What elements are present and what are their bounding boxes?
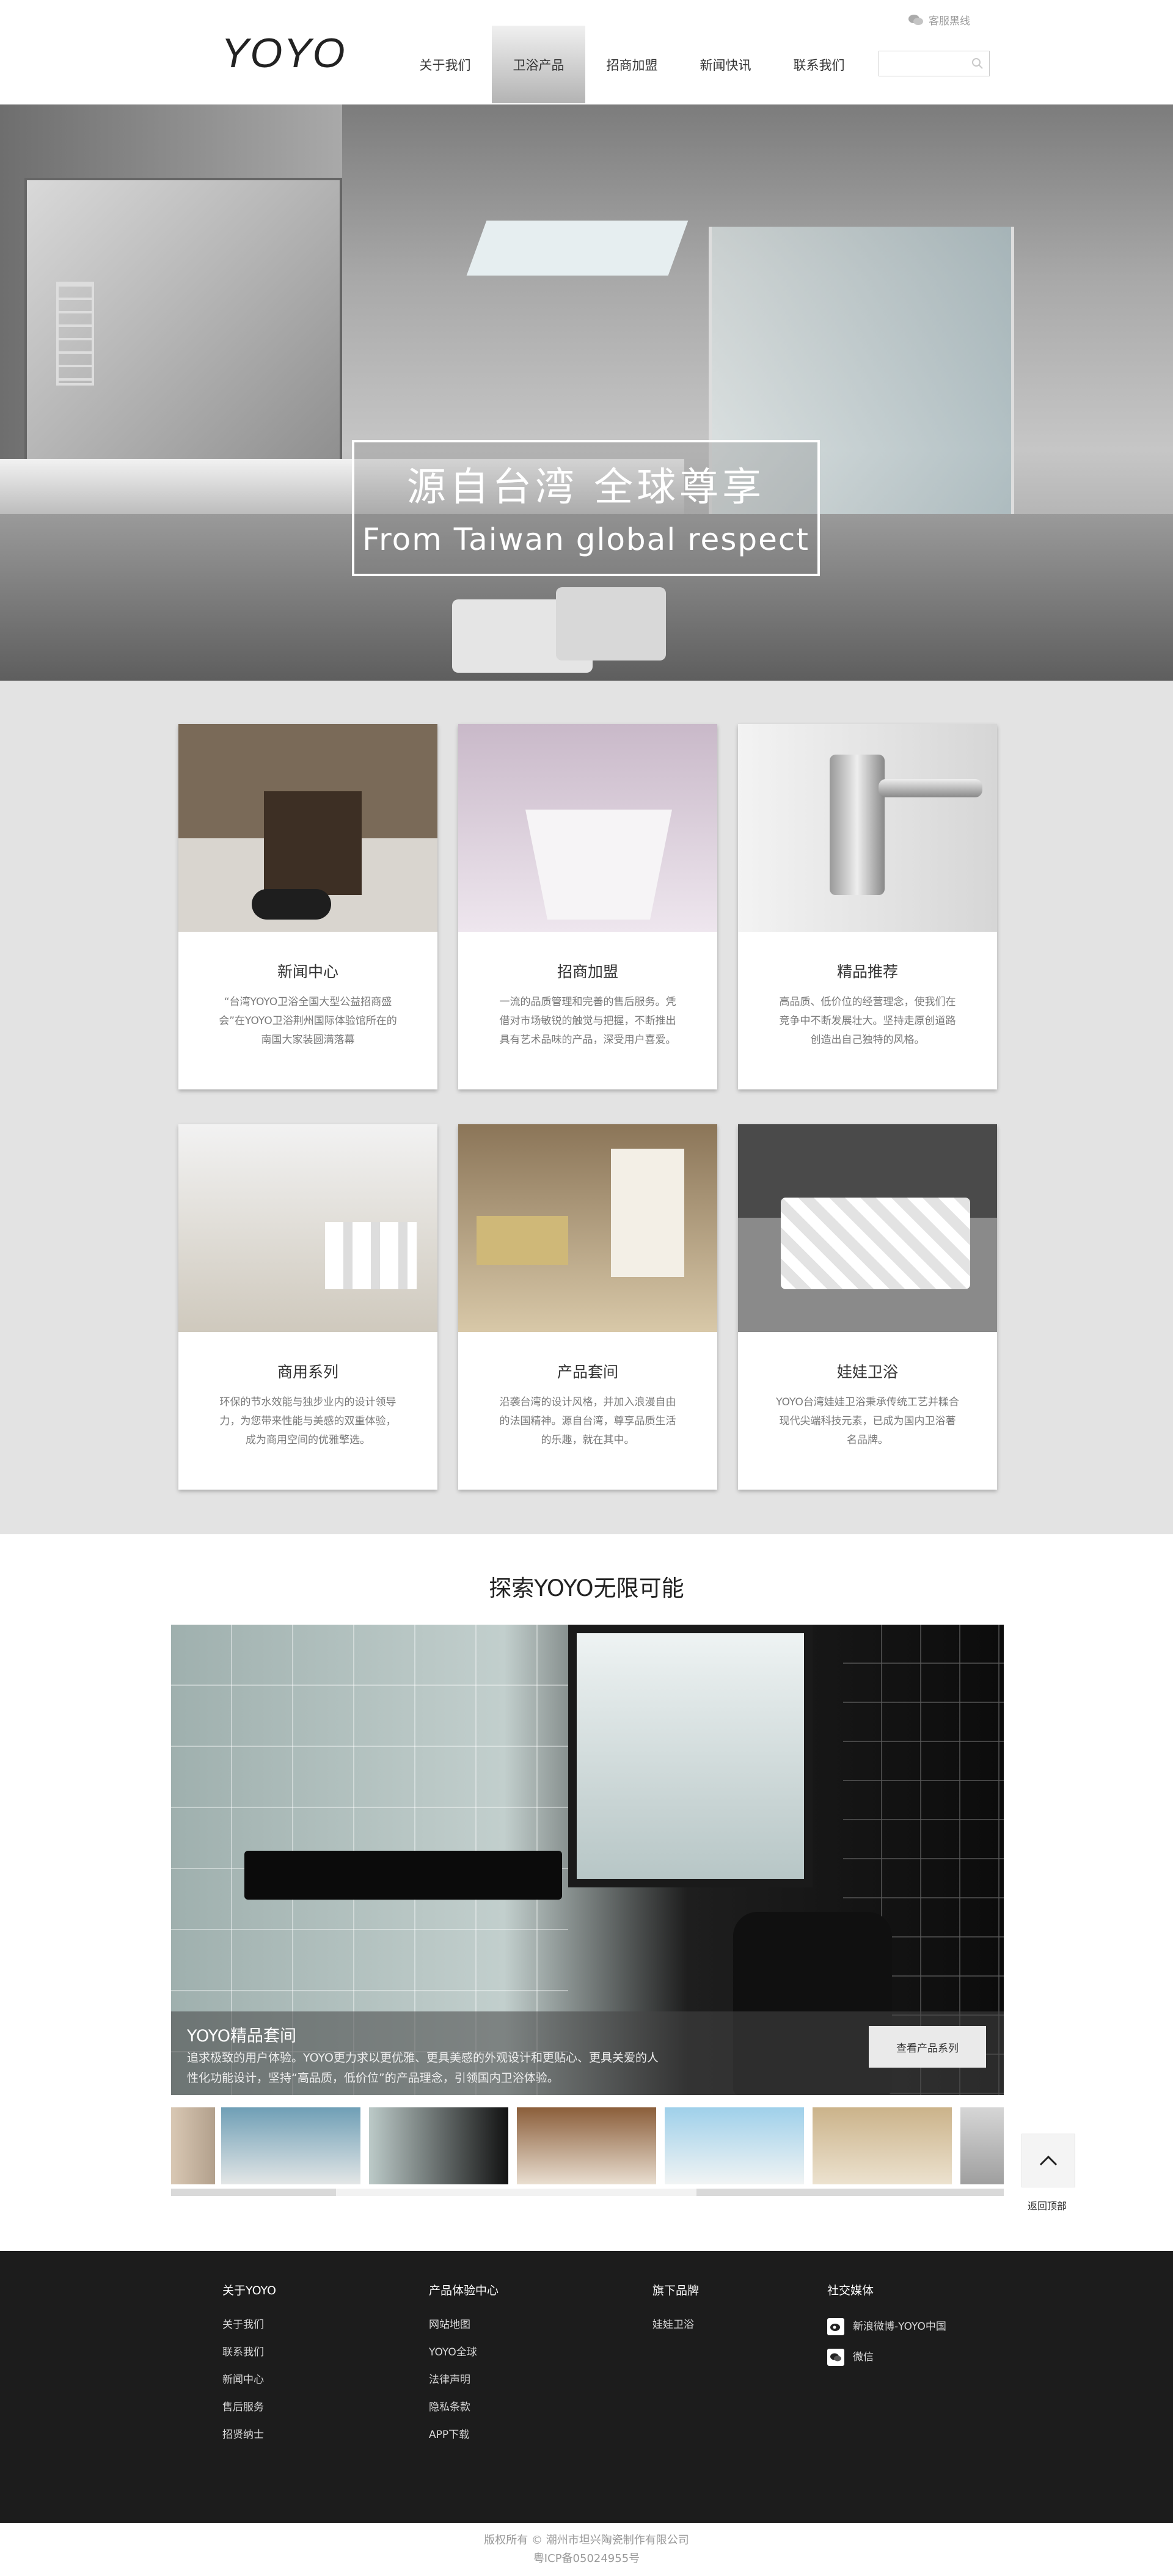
card-image bbox=[458, 724, 717, 932]
chat-icon bbox=[908, 14, 923, 25]
card-image bbox=[178, 724, 437, 932]
card-image bbox=[458, 1124, 717, 1332]
card-franchise[interactable]: 招商加盟 一流的品质管理和完善的售后服务。凭借对市场敏锐的触觉与把握，不断推出具… bbox=[458, 724, 717, 1089]
thumbnail[interactable] bbox=[960, 2107, 1004, 2184]
feature-title: YOYO精品套间 bbox=[187, 2027, 297, 2046]
thumbnail[interactable] bbox=[369, 2107, 508, 2184]
footer-link-global[interactable]: YOYO全球 bbox=[429, 2339, 499, 2366]
footer-link-app[interactable]: APP下载 bbox=[429, 2421, 499, 2449]
footer-link-careers[interactable]: 招贤纳士 bbox=[222, 2421, 276, 2449]
card-suite[interactable]: 产品套间 沿袭台湾的设计风格，并加入浪漫自由的法国精神。源自台湾，尊享品质生活的… bbox=[458, 1124, 717, 1490]
hero-title-en: From Taiwan global respect bbox=[362, 522, 809, 557]
footer-col-social: 社交媒体 新浪微博-YOYO中国 微信 bbox=[827, 2281, 946, 2373]
footer-col-experience: 产品体验中心 网站地图 YOYO全球 法律声明 隐私条款 APP下载 bbox=[429, 2281, 499, 2449]
search-box bbox=[879, 51, 990, 76]
footer-link-privacy[interactable]: 隐私条款 bbox=[429, 2394, 499, 2421]
card-title: 招商加盟 bbox=[557, 963, 618, 981]
feature-caption: YOYO精品套间 追求极致的用户体验。YOYO更力求以更优雅、更具美感的外观设计… bbox=[171, 2011, 1004, 2095]
search-input[interactable] bbox=[879, 51, 965, 76]
scrollbar-thumb[interactable] bbox=[336, 2189, 696, 2196]
customer-service-link[interactable]: 客服黑线 bbox=[908, 12, 970, 27]
card-news-center[interactable]: 新闻中心 “台湾YOYO卫浴全国大型公益招商盛会”在YOYO卫浴荆州国际体验馆所… bbox=[178, 724, 437, 1089]
card-image bbox=[738, 724, 997, 932]
feature-window-shape bbox=[568, 1625, 813, 1887]
nav-item-about[interactable]: 关于我们 bbox=[398, 26, 492, 103]
footer-col-about: 关于YOYO 关于我们 联系我们 新闻中心 售后服务 招贤纳士 bbox=[222, 2281, 276, 2449]
footer-link-news[interactable]: 新闻中心 bbox=[222, 2366, 276, 2394]
card-desc: 一流的品质管理和完善的售后服务。凭借对市场敏锐的触觉与把握，不断推出具有艺术品味… bbox=[499, 996, 676, 1046]
back-to-top-button[interactable] bbox=[1021, 2134, 1075, 2187]
card-desc: 环保的节水效能与独步业内的设计领导力，为您带来性能与美感的双重体验，成为商用空间… bbox=[219, 1396, 396, 1446]
card-title: 新闻中心 bbox=[277, 963, 338, 981]
copyright-text: 版权所有 © 潮州市坦兴陶瓷制作有限公司 bbox=[484, 2534, 689, 2547]
social-wechat-label: 微信 bbox=[853, 2351, 874, 2363]
footer-col-brands: 旗下品牌 娃娃卫浴 bbox=[652, 2281, 699, 2339]
card-recommended[interactable]: 精品推荐 高品质、低价位的经营理念，使我们在竞争中不断发展壮大。坚持走原创道路创… bbox=[738, 724, 997, 1089]
site-header: YOYO 客服黑线 关于我们 卫浴产品 招商加盟 新闻快讯 联系我们 bbox=[0, 0, 1173, 104]
social-weibo-link[interactable]: 新浪微博-YOYO中国 bbox=[827, 2311, 946, 2342]
chevron-up-icon bbox=[1039, 2155, 1058, 2166]
hero-slogan-box: 源自台湾 全球尊享 From Taiwan global respect bbox=[352, 440, 820, 576]
hero-towel-rack-shape bbox=[56, 282, 94, 386]
nav-item-franchise[interactable]: 招商加盟 bbox=[585, 26, 679, 103]
card-desc: YOYO台湾娃娃卫浴秉承传统工艺并糅合现代尖端科技元素，已成为国内卫浴著名品牌。 bbox=[776, 1396, 959, 1446]
card-title: 精品推荐 bbox=[836, 963, 898, 981]
card-image bbox=[738, 1124, 997, 1332]
search-icon[interactable] bbox=[971, 57, 984, 70]
customer-service-label: 客服黑线 bbox=[929, 15, 970, 27]
footer-link-contact[interactable]: 联系我们 bbox=[222, 2339, 276, 2366]
nav-item-products[interactable]: 卫浴产品 bbox=[492, 26, 585, 103]
footer-link-service[interactable]: 售后服务 bbox=[222, 2394, 276, 2421]
copyright-bar: 版权所有 © 潮州市坦兴陶瓷制作有限公司 粤ICP备05024955号 bbox=[0, 2523, 1173, 2576]
thumbnail[interactable] bbox=[665, 2107, 804, 2184]
weibo-icon bbox=[827, 2318, 844, 2335]
footer-col-heading: 社交媒体 bbox=[827, 2284, 874, 2297]
hero-bidet-shape bbox=[556, 587, 666, 660]
explore-heading: 探索YOYO无限可能 bbox=[489, 1575, 684, 1601]
footer-col-heading: 旗下品牌 bbox=[652, 2284, 700, 2297]
thumbnail[interactable] bbox=[171, 2107, 215, 2184]
thumbnail[interactable] bbox=[813, 2107, 952, 2184]
icp-license-text: 粤ICP备05024955号 bbox=[533, 2552, 640, 2565]
footer-link-legal[interactable]: 法律声明 bbox=[429, 2366, 499, 2394]
nav-item-contact[interactable]: 联系我们 bbox=[772, 26, 866, 103]
social-weibo-label: 新浪微博-YOYO中国 bbox=[853, 2321, 946, 2333]
card-title: 商用系列 bbox=[277, 1363, 338, 1381]
main-nav: 关于我们 卫浴产品 招商加盟 新闻快讯 联系我们 bbox=[398, 26, 866, 103]
footer-link-about[interactable]: 关于我们 bbox=[222, 2311, 276, 2339]
card-image bbox=[178, 1124, 437, 1332]
brand-logo[interactable]: YOYO bbox=[221, 29, 346, 77]
thumbnail-carousel bbox=[171, 2107, 1004, 2187]
explore-section: 探索YOYO无限可能 YOYO精品套间 追求极致的用户体验。YOYO更力求以更优… bbox=[0, 1534, 1173, 2251]
carousel-scrollbar[interactable] bbox=[171, 2189, 1004, 2196]
hero-skylight-shape bbox=[466, 221, 689, 276]
nav-item-news[interactable]: 新闻快讯 bbox=[679, 26, 772, 103]
card-desc: 高品质、低价位的经营理念，使我们在竞争中不断发展壮大。坚持走原创道路创造出自己独… bbox=[779, 996, 956, 1046]
wechat-icon bbox=[827, 2349, 844, 2366]
view-series-button[interactable]: 查看产品系列 bbox=[869, 2026, 986, 2068]
footer-link-wawa[interactable]: 娃娃卫浴 bbox=[652, 2311, 699, 2339]
footer-link-sitemap[interactable]: 网站地图 bbox=[429, 2311, 499, 2339]
card-desc: 沿袭台湾的设计风格，并加入浪漫自由的法国精神。源自台湾，尊享品质生活的乐趣，就在… bbox=[499, 1396, 676, 1446]
footer-col-heading: 关于YOYO bbox=[222, 2284, 277, 2297]
feature-slide: YOYO精品套间 追求极致的用户体验。YOYO更力求以更优雅、更具美感的外观设计… bbox=[171, 1625, 1004, 2095]
footer-col-heading: 产品体验中心 bbox=[429, 2284, 499, 2297]
card-commercial[interactable]: 商用系列 环保的节水效能与独步业内的设计领导力，为您带来性能与美感的双重体验，成… bbox=[178, 1124, 437, 1490]
card-wawa[interactable]: 娃娃卫浴 YOYO台湾娃娃卫浴秉承传统工艺并糅合现代尖端科技元素，已成为国内卫浴… bbox=[738, 1124, 997, 1490]
thumbnail[interactable] bbox=[221, 2107, 360, 2184]
hero-banner: 源自台湾 全球尊享 From Taiwan global respect bbox=[0, 104, 1173, 681]
feature-text: 追求极致的用户体验。YOYO更力求以更优雅、更具美感的外观设计和更贴心、更具关爱… bbox=[187, 2051, 659, 2085]
social-wechat-link[interactable]: 微信 bbox=[827, 2342, 946, 2373]
hero-title-cn: 源自台湾 全球尊享 bbox=[406, 465, 766, 510]
card-desc: “台湾YOYO卫浴全国大型公益招商盛会”在YOYO卫浴荆州国际体验馆所在的南国大… bbox=[219, 996, 397, 1046]
site-footer: 关于YOYO 关于我们 联系我们 新闻中心 售后服务 招贤纳士 产品体验中心 网… bbox=[0, 2251, 1173, 2523]
card-title: 产品套间 bbox=[557, 1363, 618, 1381]
card-title: 娃娃卫浴 bbox=[836, 1363, 898, 1381]
back-to-top-label[interactable]: 返回顶部 bbox=[1028, 2198, 1067, 2212]
feature-cards-section: 新闻中心 “台湾YOYO卫浴全国大型公益招商盛会”在YOYO卫浴荆州国际体验馆所… bbox=[0, 681, 1173, 1534]
thumbnail[interactable] bbox=[517, 2107, 656, 2184]
feature-sink-shape bbox=[244, 1851, 562, 1900]
